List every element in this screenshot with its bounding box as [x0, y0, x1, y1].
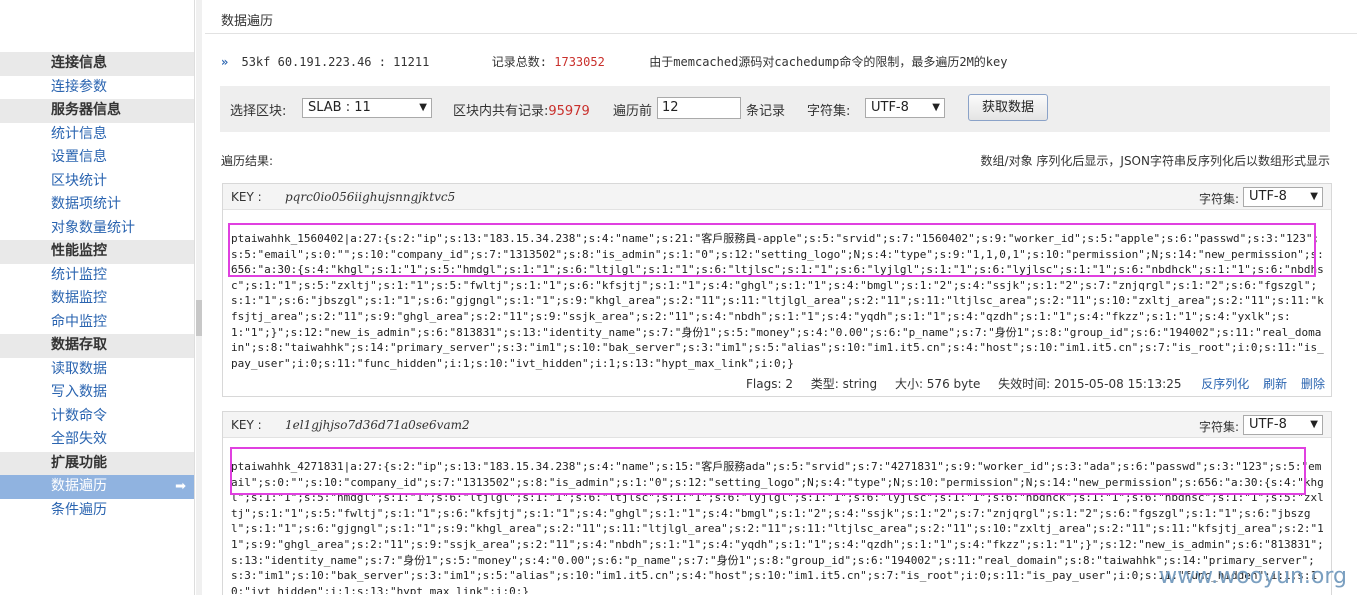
nav-item-stats-info[interactable]: 统计信息 — [0, 123, 194, 147]
nav-item-settings-info[interactable]: 设置信息 — [0, 146, 194, 170]
total-records-value: 1733052 — [554, 55, 605, 69]
nav-item-connection-params[interactable]: 连接参数 — [0, 76, 194, 100]
record-header: KEY : 1el1gjhjso7d36d71a0se6vam2 字符集: UT… — [223, 412, 1331, 438]
key-value: pqrc0io056iighujsnngjktvc5 — [285, 190, 456, 204]
watermark: www.wooyun.org — [1159, 564, 1347, 589]
title-divider — [205, 33, 1357, 34]
server-info-line: » 53kf 60.191.223.46 : 11211 记录总数: 17330… — [221, 53, 1007, 70]
nav-item-read-data[interactable]: 读取数据 — [0, 358, 194, 382]
charset-select[interactable]: UTF-8 ▼ — [865, 98, 945, 118]
results-note: 数组/对象 序列化后显示，JSON字符串反序列化后以数组形式显示 — [980, 154, 1330, 168]
sidebar: 连接信息 连接参数 服务器信息 统计信息 设置信息 区块统计 数据项统计 对象数… — [0, 0, 195, 595]
nav-header-server-info: 服务器信息 — [0, 99, 194, 123]
nav-header-performance: 性能监控 — [0, 240, 194, 264]
key-label: KEY : — [231, 418, 262, 432]
block-count-label: 区块内共有记录:95979 — [453, 100, 590, 119]
delete-link[interactable]: 删除 — [1301, 377, 1325, 391]
filter-bar: 选择区块: SLAB : 11 ▼ 区块内共有记录:95979 遍历前 12 条… — [220, 86, 1330, 132]
caret-down-icon: ▼ — [1310, 419, 1318, 430]
caret-down-icon: ▼ — [932, 102, 940, 113]
nav-item-hit-monitor[interactable]: 命中监控 — [0, 311, 194, 335]
record-size: 大小: 576 byte — [894, 377, 981, 391]
record-type: 类型: string — [810, 377, 878, 391]
record-header: KEY : pqrc0io056iighujsnngjktvc5 字符集: UT… — [223, 184, 1331, 210]
traverse-count-input[interactable]: 12 — [657, 97, 741, 119]
nav-header-extensions: 扩展功能 — [0, 451, 194, 475]
unserialize-link[interactable]: 反序列化 — [1201, 377, 1249, 391]
nav-header-connection: 连接信息 — [0, 52, 194, 76]
key-value: 1el1gjhjso7d36d71a0se6vam2 — [285, 418, 470, 432]
block-count-value: 95979 — [548, 104, 590, 119]
nav-item-stats-monitor[interactable]: 统计监控 — [0, 264, 194, 288]
nav-item-data-traverse[interactable]: 数据遍历 ➡ — [0, 475, 194, 499]
records-label: 条记录 — [746, 104, 786, 119]
server-address: 53kf 60.191.223.46 : 11211 — [241, 55, 430, 69]
nav-item-object-count-stats[interactable]: 对象数量统计 — [0, 217, 194, 241]
chevron-right-icon: » — [221, 55, 229, 69]
nav-item-write-data[interactable]: 写入数据 — [0, 381, 194, 405]
record-card: KEY : pqrc0io056iighujsnngjktvc5 字符集: UT… — [222, 183, 1332, 397]
nav-header-data-access: 数据存取 — [0, 334, 194, 358]
main-content: 数据遍历 » 53kf 60.191.223.46 : 11211 记录总数: … — [205, 0, 1357, 595]
nav-item-data-monitor[interactable]: 数据监控 — [0, 287, 194, 311]
record-content: ptaiwahhk_1560402|a:27:{s:2:"ip";s:13:"1… — [231, 232, 1324, 370]
record-flags: Flags: 2 — [746, 377, 793, 391]
nav-item-item-stats[interactable]: 数据项统计 — [0, 193, 194, 217]
sidebar-nav: 连接信息 连接参数 服务器信息 统计信息 设置信息 区块统计 数据项统计 对象数… — [0, 52, 194, 522]
record-meta: Flags: 2 类型: string 大小: 576 byte 失效时间: 2… — [746, 375, 1325, 392]
charset-select-value: UTF-8 — [871, 100, 909, 115]
record-expire: 失效时间: 2015-05-08 15:13:25 — [998, 377, 1182, 391]
charset-label: 字符集: — [807, 104, 851, 119]
record-charset-select[interactable]: UTF-8 ▼ — [1243, 187, 1323, 207]
record-charset-select[interactable]: UTF-8 ▼ — [1243, 415, 1323, 435]
nav-item-label: 数据遍历 — [51, 478, 107, 494]
nav-item-slab-stats[interactable]: 区块统计 — [0, 170, 194, 194]
traverse-label: 遍历前 — [613, 104, 653, 119]
slab-label: 选择区块: — [230, 104, 287, 119]
results-label: 遍历结果: — [221, 154, 274, 168]
nav-item-conditional-traverse[interactable]: 条件遍历 — [0, 499, 194, 523]
key-label: KEY : — [231, 190, 262, 204]
nav-item-flush-all[interactable]: 全部失效 — [0, 428, 194, 452]
block-count-label-text: 区块内共有记录: — [453, 104, 549, 119]
record-charset-label: 字符集: — [1198, 192, 1239, 206]
scrollbar-thumb[interactable] — [196, 300, 202, 336]
fetch-data-button[interactable]: 获取数据 — [968, 94, 1048, 121]
refresh-link[interactable]: 刷新 — [1263, 377, 1287, 391]
record-charset-value: UTF-8 — [1249, 417, 1287, 432]
scrollbar[interactable] — [196, 0, 202, 595]
slab-select-value: SLAB : 11 — [308, 100, 371, 115]
cachedump-note: 由于memcached源码对cachedump命令的限制，最多遍历2M的key — [649, 55, 1008, 69]
caret-down-icon: ▼ — [419, 102, 427, 113]
total-records-label: 记录总数: — [491, 55, 548, 69]
record-charset-label: 字符集: — [1198, 420, 1239, 434]
page-title: 数据遍历 — [221, 14, 274, 29]
arrow-right-icon: ➡ — [175, 479, 186, 494]
nav-item-counter-command[interactable]: 计数命令 — [0, 405, 194, 429]
record-charset-value: UTF-8 — [1249, 189, 1287, 204]
caret-down-icon: ▼ — [1310, 191, 1318, 202]
slab-select[interactable]: SLAB : 11 ▼ — [302, 98, 432, 118]
